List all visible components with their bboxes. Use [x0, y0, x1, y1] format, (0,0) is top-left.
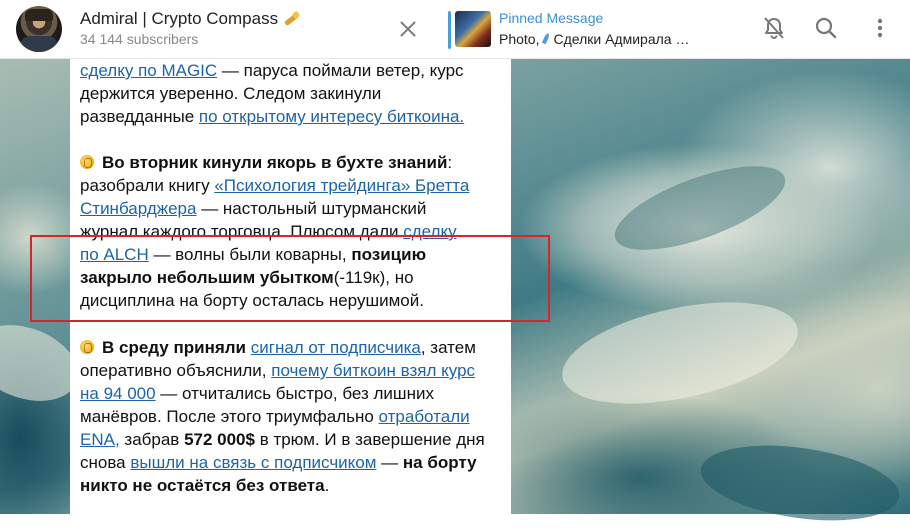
message-line: В среду приняли сигнал от подписчика, за… [80, 336, 476, 359]
message-line: оперативно объяснили, почему биткоин взя… [80, 359, 475, 382]
message-line: ENA, забрав 572 000$ в трюм. И в заверше… [80, 428, 485, 451]
bold-span: никто не остаётся без ответа [80, 476, 325, 495]
chat-header: Admiral | Crypto Compass 34 144 subscrib… [0, 0, 910, 59]
message-line: никто не остаётся без ответа. [80, 474, 329, 497]
link-alch-trade-cont[interactable]: по ALCH [80, 245, 149, 264]
pinned-preview-prefix: Photo, [499, 31, 540, 47]
text-span: забрав [119, 430, 185, 449]
message-line: держится уверенно. Следом закинули [80, 84, 382, 103]
channel-avatar[interactable] [16, 6, 62, 52]
text-span: — паруса поймали ветер, курс [217, 61, 464, 80]
coin-icon [80, 340, 94, 354]
more-icon[interactable] [866, 14, 894, 42]
pinned-preview-text: Сделки Адмирала … [553, 31, 690, 47]
text-span: . [324, 476, 330, 495]
pinned-label: Pinned Message [499, 10, 604, 26]
channel-title[interactable]: Admiral | Crypto Compass [80, 9, 300, 29]
text-span: — отчитались быстро, без лишних [155, 384, 434, 403]
message-line: дисциплина на борту осталась нерушимой. [80, 291, 424, 310]
bold-span: В среду приняли [102, 338, 247, 357]
pinned-preview: Photo, Сделки Адмирала … [499, 31, 689, 47]
close-icon[interactable] [393, 14, 423, 44]
text-span: снова [80, 453, 131, 472]
link-bitcoin-open-interest[interactable]: по открытому интересу биткоина. [199, 107, 464, 126]
link-bitcoin-94000[interactable]: почему биткоин взял курс [271, 361, 475, 380]
bell-off-icon[interactable] [760, 14, 788, 42]
text-span: манёвров. После этого триумфально [80, 407, 379, 426]
text-span: , затем [420, 338, 476, 357]
feather-icon [541, 33, 551, 45]
text-span: : [447, 153, 453, 172]
text-span: разведданные [80, 107, 199, 126]
text-span: — волны были коварны, [148, 245, 352, 264]
text-span: разобрали книгу [80, 176, 215, 195]
channel-title-text: Admiral | Crypto Compass [80, 9, 279, 28]
message-line: закрыло небольшим убытком(-119к), но [80, 266, 414, 289]
pinned-accent-line [448, 11, 451, 49]
coin-icon [80, 155, 94, 169]
link-steenbarger[interactable]: Стинбарджера [80, 199, 196, 218]
bold-span: Во вторник кинули якорь в бухте знаний [102, 153, 448, 172]
pinned-message-bar[interactable]: Pinned Message Photo, Сделки Адмирала … [446, 8, 746, 50]
link-ena-trade-cont[interactable]: ENA, [80, 430, 120, 449]
link-magic-trade[interactable]: сделку по MAGIC [80, 61, 217, 80]
link-alch-trade[interactable]: сделку [403, 222, 456, 241]
link-bitcoin-94000-cont[interactable]: на 94 000 [80, 384, 156, 403]
bold-span: на борту [402, 453, 477, 472]
link-trading-psychology-book[interactable]: «Психология трейдинга» Бретта [214, 176, 469, 195]
message-line: разведданные по открытому интересу битко… [80, 105, 464, 128]
message-line: разобрали книгу «Психология трейдинга» Б… [80, 174, 469, 197]
link-subscriber-call[interactable]: вышли на связь с подписчиком [130, 453, 376, 472]
text-span: — [376, 453, 403, 472]
subscriber-count: 34 144 subscribers [80, 31, 199, 47]
pinned-photo-thumbnail [455, 11, 491, 47]
message-bubble: сделку по MAGIC — паруса поймали ветер, … [70, 58, 511, 514]
message-line: на 94 000 — отчитались быстро, без лишни… [80, 382, 434, 405]
message-line: Во вторник кинули якорь в бухте знаний: [80, 151, 452, 174]
message-line: сделку по MAGIC — паруса поймали ветер, … [80, 59, 464, 82]
message-line: снова вышли на связь с подписчиком — на … [80, 451, 477, 474]
message-line: Стинбарджера — настольный штурманский [80, 197, 426, 220]
message-line: журнал каждого торговца. Плюсом дали сде… [80, 220, 457, 243]
text-span: журнал каждого торговца. Плюсом дали [80, 222, 404, 241]
link-subscriber-signal[interactable]: сигнал от подписчика [251, 338, 421, 357]
text-span: (-119к), но [333, 268, 414, 287]
text-span: оперативно объяснили, [80, 361, 272, 380]
link-ena-trade[interactable]: отработали [379, 407, 470, 426]
text-span: в трюм. И в завершение дня [254, 430, 485, 449]
bold-span: закрыло небольшим убытком [80, 268, 334, 287]
pencil-icon [282, 10, 300, 26]
bold-span: 572 000$ [184, 430, 255, 449]
message-line: манёвров. После этого триумфально отрабо… [80, 405, 470, 428]
text-span: — настольный штурманский [196, 199, 427, 218]
message-line: по ALCH — волны были коварны, позицию [80, 243, 426, 266]
bold-span: позицию [351, 245, 427, 264]
search-icon[interactable] [812, 14, 840, 42]
